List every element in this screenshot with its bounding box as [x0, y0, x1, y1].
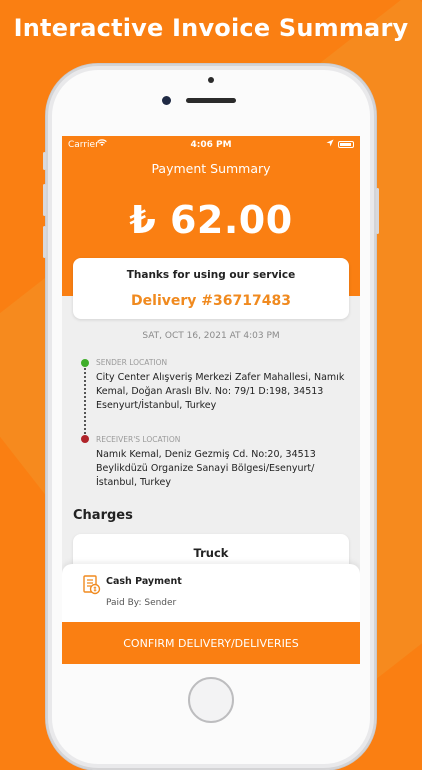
location-arrow-icon: [326, 139, 334, 150]
total-amount: ₺ 62.00: [129, 198, 293, 242]
phone-camera: [162, 96, 171, 105]
vehicle-label: Truck: [193, 546, 229, 560]
battery-icon: [338, 141, 354, 148]
charges-title: Charges: [73, 508, 133, 523]
page-title: Payment Summary: [151, 161, 271, 176]
app-screen: Carrier 4:06 PM Payment Summary ₺ 62.00 …: [62, 136, 360, 664]
phone-power-button: [376, 188, 379, 234]
paid-by-label: Paid By: Sender: [106, 598, 177, 608]
phone-home-button: [188, 677, 234, 723]
cash-payment-icon: [80, 574, 102, 596]
phone-speaker: [186, 98, 236, 103]
phone-side-button: [43, 152, 46, 170]
clock: 4:06 PM: [190, 140, 232, 150]
sender-marker-icon: [81, 359, 89, 367]
thanks-card: Thanks for using our service Delivery #3…: [73, 258, 349, 319]
delivery-id: Delivery #36717483: [131, 293, 291, 309]
phone-volume-down-button: [43, 226, 46, 258]
phone-sensor: [208, 77, 214, 83]
confirm-delivery-button[interactable]: CONFIRM DELIVERY/DELIVERIES: [62, 622, 360, 664]
promo-title: Interactive Invoice Summary: [13, 14, 409, 42]
receiver-marker-icon: [81, 435, 89, 443]
delivery-date: SAT, OCT 16, 2021 AT 4:03 PM: [142, 331, 280, 341]
sender-address: City Center Alışveriş Merkezi Zafer Maha…: [96, 372, 345, 411]
status-bar: Carrier 4:06 PM: [62, 136, 360, 154]
phone-volume-up-button: [43, 184, 46, 216]
payment-method: Cash Payment: [106, 576, 182, 587]
thanks-message: Thanks for using our service: [126, 269, 296, 281]
receiver-address: Namık Kemal, Deniz Gezmiş Cd. No:20, 345…: [96, 449, 316, 488]
route-line: [84, 368, 86, 434]
receiver-location-label: RECEIVER'S LOCATION: [96, 435, 181, 444]
sender-location-label: SENDER LOCATION: [96, 358, 168, 367]
